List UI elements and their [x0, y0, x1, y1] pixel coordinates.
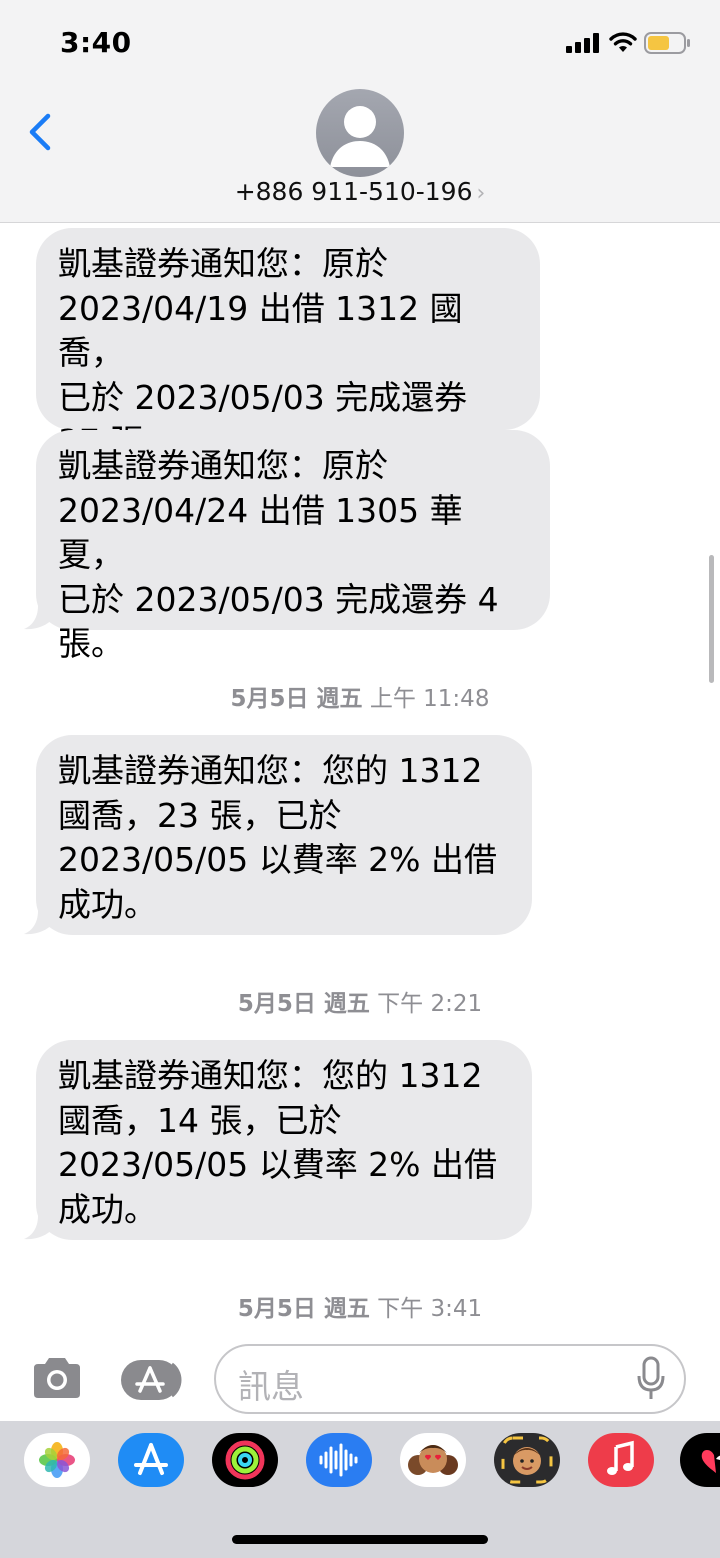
- camera-icon[interactable]: [30, 1356, 84, 1400]
- timestamp-date: 5月5日 週五: [230, 686, 363, 712]
- memoji-icon[interactable]: [494, 1433, 560, 1487]
- timestamp-3: 5月5日 週五 下午 3:41: [0, 1289, 720, 1323]
- bubble-tail: [24, 1216, 54, 1240]
- status-time: 3:40: [60, 26, 132, 59]
- scrollbar[interactable]: [709, 555, 714, 683]
- voice-memo-icon[interactable]: [306, 1433, 372, 1487]
- app-store-button[interactable]: [120, 1358, 186, 1402]
- cellular-signal-icon: [566, 33, 599, 53]
- message-bubble-4[interactable]: 凱基證券通知您：您的 1312 國喬，14 張，已於 2023/05/05 以費…: [36, 1040, 532, 1240]
- message-bubble-2[interactable]: 凱基證券通知您：原於 2023/04/24 出借 1305 華夏， 已於 202…: [36, 430, 550, 663]
- timestamp-time: 下午 2:21: [377, 991, 483, 1017]
- message-bubble-3[interactable]: 凱基證券通知您：您的 1312 國喬，23 張，已於 2023/05/05 以費…: [36, 735, 532, 935]
- contact-avatar[interactable]: [316, 89, 404, 177]
- back-button[interactable]: [22, 110, 58, 154]
- memoji-stickers-icon[interactable]: [400, 1433, 466, 1487]
- timestamp-1: 5月5日 週五 上午 11:48: [0, 679, 720, 713]
- message-thread[interactable]: 凱基證券通知您：原於 2023/04/19 出借 1312 國喬， 已於 202…: [0, 223, 720, 1335]
- app-store-icon[interactable]: [118, 1433, 184, 1487]
- contact-name-row[interactable]: +886 911-510-196 ›: [0, 177, 720, 206]
- bubble-tail: [24, 911, 54, 935]
- home-indicator[interactable]: [232, 1535, 488, 1544]
- activity-icon[interactable]: [212, 1433, 278, 1487]
- battery-icon: [644, 32, 690, 54]
- timestamp-date: 5月5日 週五: [237, 991, 370, 1017]
- person-silhouette-icon: [330, 106, 390, 167]
- photos-icon[interactable]: [24, 1433, 90, 1487]
- music-icon[interactable]: [588, 1433, 654, 1487]
- bubble-tail: [24, 606, 54, 630]
- timestamp-date: 5月5日 週五: [237, 1296, 370, 1322]
- timestamp-2: 5月5日 週五 下午 2:21: [0, 984, 720, 1018]
- timestamp-time: 上午 11:48: [369, 686, 490, 712]
- timestamp-time: 下午 3:41: [377, 1296, 483, 1322]
- message-bubble-1[interactable]: 凱基證券通知您：原於 2023/04/19 出借 1312 國喬， 已於 202…: [36, 228, 540, 461]
- wifi-icon: [609, 32, 637, 52]
- conversation-header: 3:40 +886 911-510-196 ›: [0, 0, 720, 223]
- message-input-placeholder: 訊息: [238, 1367, 304, 1406]
- chevron-right-icon: ›: [476, 181, 486, 206]
- microphone-icon[interactable]: [636, 1356, 666, 1402]
- message-input[interactable]: 訊息: [214, 1344, 686, 1414]
- contact-phone-number[interactable]: +886 911-510-196: [235, 177, 473, 206]
